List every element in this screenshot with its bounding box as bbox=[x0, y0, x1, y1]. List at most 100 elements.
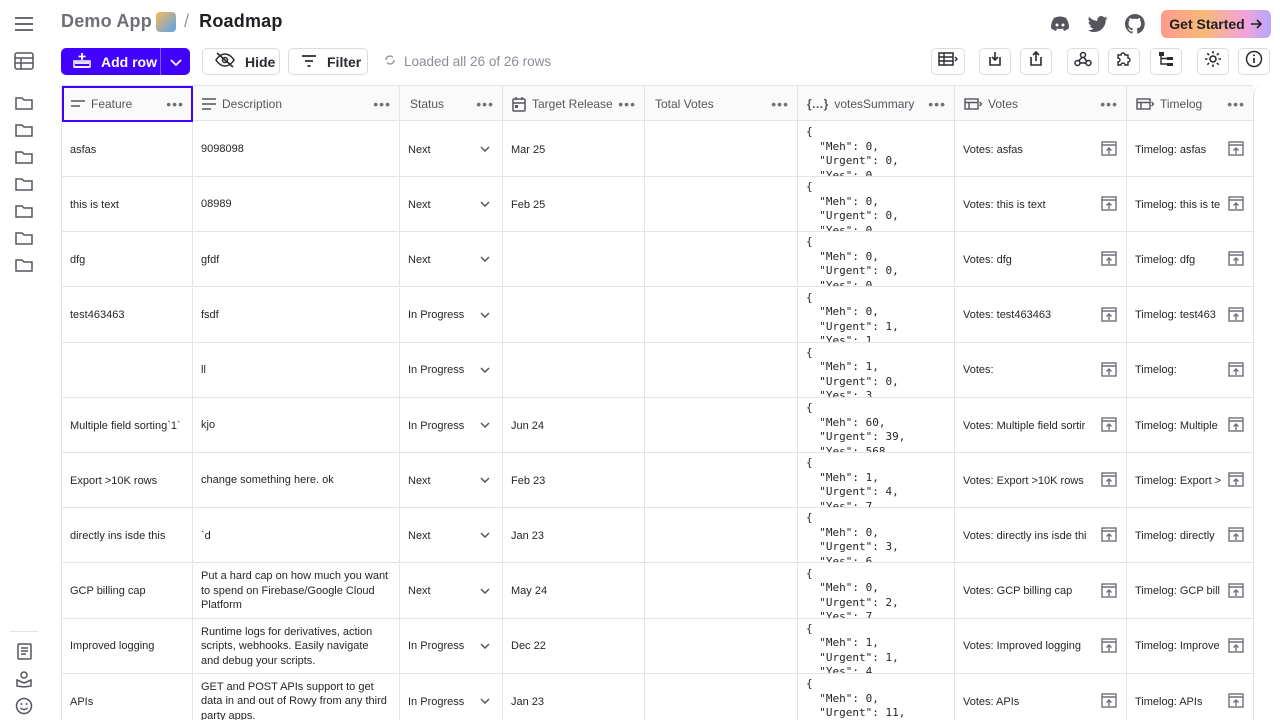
feedback-smile-icon[interactable] bbox=[10, 692, 38, 720]
column-header-votes-summary[interactable]: {…} votesSummary ••• bbox=[798, 86, 955, 122]
cell-feature[interactable]: asfas bbox=[62, 122, 193, 177]
get-started-button[interactable]: Get Started bbox=[1161, 10, 1271, 38]
folder-icon[interactable] bbox=[10, 170, 38, 198]
cell-feature[interactable]: dfg bbox=[62, 232, 193, 288]
open-subtable-icon[interactable] bbox=[1101, 362, 1117, 380]
add-row-main[interactable]: Add row bbox=[61, 48, 161, 75]
cell-total-votes[interactable] bbox=[645, 122, 798, 177]
open-subtable-icon[interactable] bbox=[1101, 196, 1117, 214]
cell-total-votes[interactable] bbox=[645, 232, 798, 288]
folder-icon[interactable] bbox=[10, 116, 38, 144]
column-menu-icon[interactable]: ••• bbox=[928, 96, 946, 112]
column-header-status[interactable]: Status ••• bbox=[400, 86, 503, 122]
import-button[interactable] bbox=[979, 48, 1011, 75]
cell-votes[interactable]: Votes: bbox=[955, 342, 1127, 398]
cell-target-release[interactable]: Jan 23 bbox=[503, 674, 645, 720]
cell-target-release[interactable] bbox=[503, 342, 645, 398]
chevron-down-icon[interactable] bbox=[480, 364, 490, 376]
column-menu-icon[interactable]: ••• bbox=[618, 96, 636, 112]
cell-feature[interactable]: directly ins isde this bbox=[62, 508, 193, 564]
cell-description[interactable]: gfdf bbox=[193, 232, 400, 288]
twitter-icon[interactable] bbox=[1087, 13, 1109, 35]
column-header-target-release[interactable]: Target Release ••• bbox=[503, 86, 645, 122]
cell-total-votes[interactable] bbox=[645, 453, 798, 509]
folder-icon[interactable] bbox=[10, 224, 38, 252]
open-subtable-icon[interactable] bbox=[1228, 196, 1244, 214]
cell-votes-summary[interactable]: { "Meh": 0, "Urgent": 11, "Yes": 9 bbox=[798, 674, 955, 720]
chevron-down-icon[interactable] bbox=[480, 198, 490, 210]
cell-votes[interactable]: Votes: this is text bbox=[955, 177, 1127, 233]
cell-target-release[interactable]: Feb 23 bbox=[503, 453, 645, 509]
open-subtable-icon[interactable] bbox=[1228, 306, 1244, 325]
cell-votes[interactable]: Votes: directly ins isde thi bbox=[955, 508, 1127, 564]
folder-icon[interactable] bbox=[10, 143, 38, 171]
column-menu-icon[interactable]: ••• bbox=[771, 96, 789, 112]
cell-status[interactable]: Next bbox=[400, 563, 503, 619]
cell-total-votes[interactable] bbox=[645, 342, 798, 398]
column-header-description[interactable]: Description ••• bbox=[193, 86, 400, 122]
cell-target-release[interactable]: Jan 23 bbox=[503, 508, 645, 564]
open-subtable-icon[interactable] bbox=[1228, 472, 1244, 490]
open-subtable-icon[interactable] bbox=[1101, 306, 1117, 325]
cell-description[interactable]: ll bbox=[193, 342, 400, 398]
cloud-logs-button[interactable] bbox=[1150, 48, 1182, 75]
open-subtable-icon[interactable] bbox=[1228, 417, 1244, 435]
cell-status[interactable]: Next bbox=[400, 453, 503, 509]
cell-timelog[interactable]: Timelog: Multiple bbox=[1127, 398, 1253, 453]
cell-total-votes[interactable] bbox=[645, 177, 798, 233]
cell-total-votes[interactable] bbox=[645, 287, 798, 343]
cell-timelog[interactable]: Timelog: Export > bbox=[1127, 453, 1253, 508]
table-settings-button[interactable] bbox=[1197, 48, 1229, 75]
discord-icon[interactable] bbox=[1049, 13, 1071, 35]
cell-feature[interactable]: Improved logging bbox=[62, 618, 193, 674]
cell-description[interactable]: Runtime logs for derivatives, action scr… bbox=[193, 618, 400, 674]
cell-total-votes[interactable] bbox=[645, 618, 798, 674]
cell-target-release[interactable]: Mar 25 bbox=[503, 122, 645, 177]
open-subtable-icon[interactable] bbox=[1101, 472, 1117, 490]
chevron-down-icon[interactable] bbox=[480, 529, 490, 541]
webhooks-button[interactable] bbox=[1067, 48, 1099, 75]
chevron-down-icon[interactable] bbox=[480, 419, 490, 431]
cell-target-release[interactable]: Jun 24 bbox=[503, 398, 645, 453]
cell-votes-summary[interactable]: { "Meh": 60, "Urgent": 39, "Yes": 568 bbox=[798, 398, 955, 453]
column-menu-icon[interactable]: ••• bbox=[1100, 96, 1118, 112]
column-header-votes[interactable]: Votes ••• bbox=[955, 86, 1127, 122]
column-header-timelog[interactable]: Timelog ••• bbox=[1127, 86, 1253, 122]
table-icon[interactable] bbox=[10, 47, 38, 75]
cell-description[interactable]: 9098098 bbox=[193, 122, 400, 177]
cell-status[interactable]: In Progress bbox=[400, 398, 503, 453]
chevron-down-icon[interactable] bbox=[480, 640, 490, 652]
open-subtable-icon[interactable] bbox=[1101, 417, 1117, 435]
cell-description[interactable]: Put a hard cap on how much you want to s… bbox=[193, 563, 400, 619]
cell-votes[interactable]: Votes: test463463 bbox=[955, 287, 1127, 343]
cell-votes[interactable]: Votes: GCP billing cap bbox=[955, 563, 1127, 619]
column-header-feature[interactable]: Feature ••• bbox=[62, 86, 193, 122]
column-menu-icon[interactable]: ••• bbox=[1227, 96, 1245, 112]
folder-icon[interactable] bbox=[10, 251, 38, 279]
cell-votes-summary[interactable]: { "Meh": 0, "Urgent": 2, "Yes": 7 bbox=[798, 563, 955, 619]
cell-feature[interactable]: test463463 bbox=[62, 287, 193, 343]
cell-target-release[interactable] bbox=[503, 232, 645, 288]
cell-timelog[interactable]: Timelog: bbox=[1127, 343, 1253, 398]
cell-total-votes[interactable] bbox=[645, 508, 798, 564]
cell-feature[interactable]: APIs bbox=[62, 674, 193, 720]
column-header-total-votes[interactable]: Total Votes ••• bbox=[645, 86, 798, 122]
github-icon[interactable] bbox=[1124, 13, 1146, 35]
breadcrumb-app-name[interactable]: Demo App bbox=[61, 11, 152, 32]
open-subtable-icon[interactable] bbox=[1101, 141, 1117, 159]
cell-description[interactable]: kjo bbox=[193, 398, 400, 453]
cell-votes-summary[interactable]: { "Meh": 0, "Urgent": 0, "Yes": 0 bbox=[798, 122, 955, 177]
cell-total-votes[interactable] bbox=[645, 398, 798, 453]
open-subtable-icon[interactable] bbox=[1228, 141, 1244, 159]
chevron-down-icon[interactable] bbox=[480, 143, 490, 155]
cell-status[interactable]: In Progress bbox=[400, 342, 503, 398]
cell-target-release[interactable] bbox=[503, 287, 645, 343]
column-menu-icon[interactable]: ••• bbox=[373, 96, 391, 112]
chevron-down-icon[interactable] bbox=[480, 474, 490, 486]
cell-votes[interactable]: Votes: Export >10K rows bbox=[955, 453, 1127, 509]
chevron-down-icon[interactable] bbox=[480, 309, 490, 321]
cell-timelog[interactable]: Timelog: directly bbox=[1127, 508, 1253, 563]
cell-timelog[interactable]: Timelog: test463 bbox=[1127, 288, 1253, 343]
open-subtable-icon[interactable] bbox=[1228, 251, 1244, 269]
cell-status[interactable]: Next bbox=[400, 177, 503, 233]
